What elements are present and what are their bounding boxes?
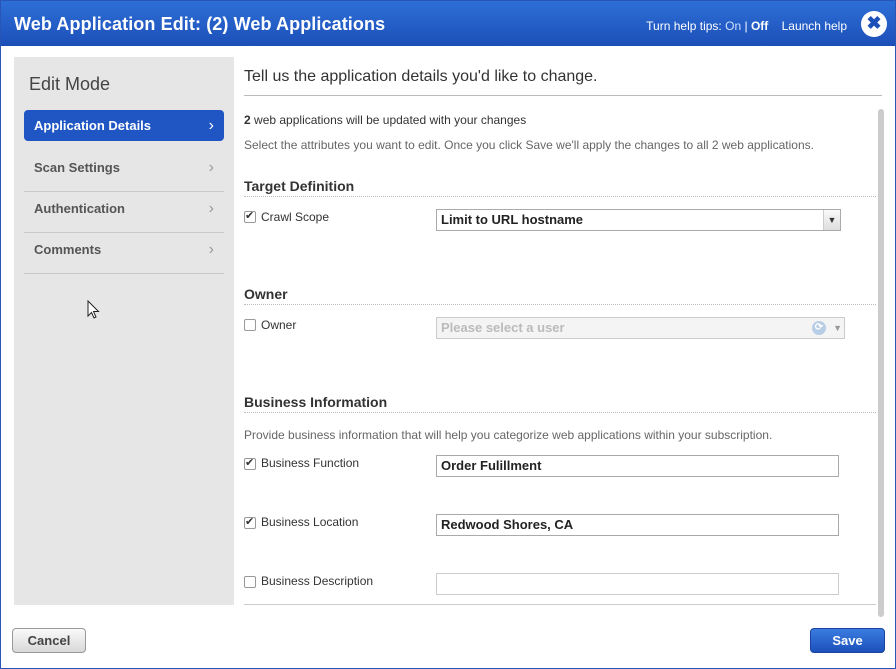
business-instructions: Provide business information that will h… bbox=[244, 428, 773, 442]
business-function-label: Business Function bbox=[261, 456, 360, 470]
crawl-scope-value: Limit to URL hostname bbox=[441, 212, 584, 227]
sidebar: Edit Mode Application Details › Scan Set… bbox=[14, 57, 234, 605]
dropdown-arrow-icon[interactable]: ▼ bbox=[823, 210, 840, 230]
edit-instructions: Select the attributes you want to edit. … bbox=[244, 138, 814, 152]
update-count-text: web applications will be updated with yo… bbox=[254, 113, 527, 127]
divider bbox=[244, 196, 876, 197]
business-location-input[interactable]: Redwood Shores, CA bbox=[436, 514, 839, 536]
owner-placeholder: Please select a user bbox=[441, 320, 565, 335]
section-title-business-information: Business Information bbox=[244, 394, 388, 410]
business-description-input[interactable] bbox=[436, 573, 839, 595]
divider bbox=[244, 304, 876, 305]
business-description-checkbox[interactable] bbox=[244, 576, 256, 588]
sidebar-item-application-details[interactable]: Application Details › bbox=[24, 110, 224, 141]
close-icon[interactable]: ✖ bbox=[861, 11, 887, 37]
main-content: Tell us the application details you'd li… bbox=[244, 57, 884, 617]
sidebar-item-label: Comments bbox=[34, 242, 102, 257]
scrollbar[interactable] bbox=[878, 109, 884, 617]
launch-help-link[interactable]: Launch help bbox=[782, 19, 847, 33]
business-function-input[interactable]: Order Fulillment bbox=[436, 455, 839, 477]
cancel-button[interactable]: Cancel bbox=[12, 628, 86, 653]
dropdown-arrow-icon[interactable]: ▼ bbox=[833, 318, 842, 338]
update-count: 2 bbox=[244, 113, 251, 127]
save-button[interactable]: Save bbox=[810, 628, 885, 653]
section-title-target-definition: Target Definition bbox=[244, 178, 355, 194]
sidebar-item-label: Authentication bbox=[34, 201, 125, 216]
update-count-line: 2 web applications will be updated with … bbox=[244, 113, 526, 127]
help-tips-separator: | bbox=[744, 19, 748, 33]
business-description-label: Business Description bbox=[261, 574, 374, 588]
title-bar: Web Application Edit: (2) Web Applicatio… bbox=[1, 1, 895, 46]
divider bbox=[244, 604, 876, 605]
divider bbox=[244, 95, 882, 96]
help-tips-off-link[interactable]: Off bbox=[751, 19, 768, 33]
owner-checkbox[interactable] bbox=[244, 319, 256, 331]
crawl-scope-label: Crawl Scope bbox=[261, 210, 330, 224]
sidebar-title: Edit Mode bbox=[29, 74, 111, 94]
help-tips-on-link[interactable]: On bbox=[725, 19, 741, 33]
owner-user-select[interactable]: Please select a user ⟳ ▼ bbox=[436, 317, 845, 339]
sidebar-nav: Application Details › Scan Settings › Au… bbox=[24, 110, 224, 274]
refresh-icon[interactable]: ⟳ bbox=[812, 321, 826, 335]
business-location-label: Business Location bbox=[261, 515, 359, 529]
business-function-checkbox[interactable] bbox=[244, 456, 256, 470]
business-location-checkbox[interactable] bbox=[244, 515, 256, 529]
chevron-right-icon: › bbox=[208, 117, 214, 134]
owner-label: Owner bbox=[261, 318, 297, 332]
edit-dialog: Web Application Edit: (2) Web Applicatio… bbox=[0, 0, 896, 669]
dialog-title: Web Application Edit: (2) Web Applicatio… bbox=[14, 14, 386, 34]
chevron-right-icon: › bbox=[208, 241, 214, 258]
sidebar-item-label: Scan Settings bbox=[34, 160, 120, 175]
sidebar-item-scan-settings[interactable]: Scan Settings › bbox=[24, 151, 224, 192]
divider bbox=[244, 412, 876, 413]
help-tips-label: Turn help tips: bbox=[646, 19, 722, 33]
page-heading: Tell us the application details you'd li… bbox=[244, 68, 598, 85]
chevron-right-icon: › bbox=[208, 200, 214, 217]
crawl-scope-checkbox[interactable] bbox=[244, 209, 256, 223]
sidebar-item-label: Application Details bbox=[34, 118, 152, 133]
section-title-owner: Owner bbox=[244, 286, 288, 302]
mouse-cursor-icon bbox=[87, 300, 100, 319]
crawl-scope-select[interactable]: Limit to URL hostname ▼ bbox=[436, 209, 841, 231]
help-tips: Turn help tips: On | Off Launch help bbox=[646, 19, 847, 33]
sidebar-item-authentication[interactable]: Authentication › bbox=[24, 192, 224, 233]
sidebar-item-comments[interactable]: Comments › bbox=[24, 233, 224, 274]
chevron-right-icon: › bbox=[208, 159, 214, 176]
